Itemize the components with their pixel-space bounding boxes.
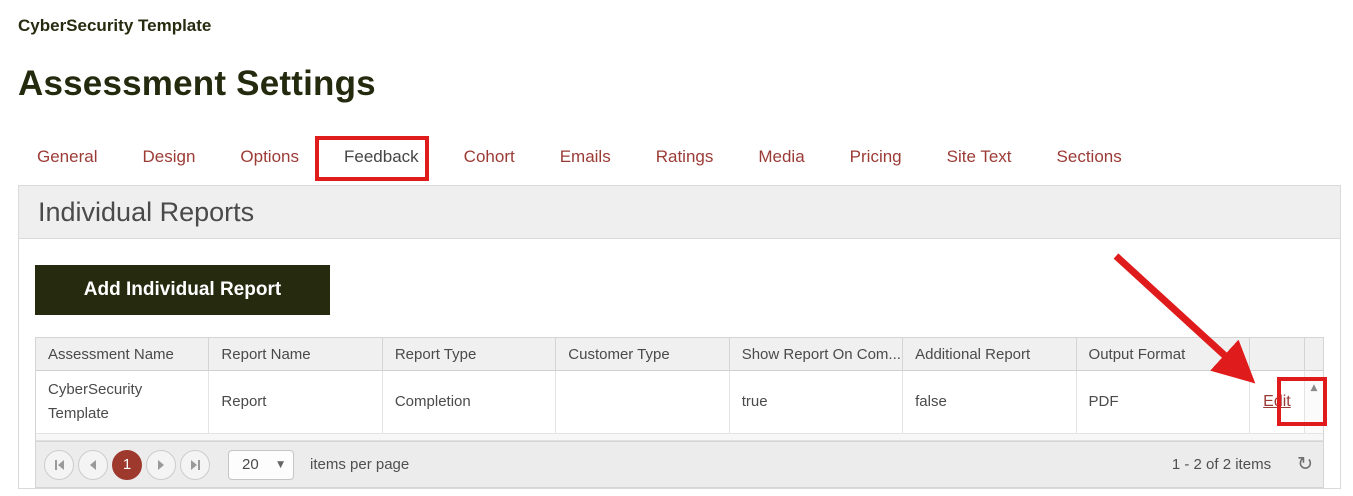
column-header-report-name[interactable]: Report Name: [209, 338, 383, 370]
individual-reports-panel: Individual Reports Add Individual Report…: [18, 185, 1341, 489]
column-header-output-format[interactable]: Output Format: [1077, 338, 1250, 370]
template-breadcrumb-title: CyberSecurity Template: [18, 16, 212, 35]
refresh-icon[interactable]: ↻: [1297, 455, 1313, 474]
cell-show-report: true: [730, 371, 904, 433]
page-title: Assessment Settings: [18, 64, 376, 103]
page-1-button[interactable]: 1: [112, 449, 142, 480]
column-header-report-type[interactable]: Report Type: [383, 338, 557, 370]
page-size-value: 20: [242, 456, 259, 473]
previous-page-icon: [90, 459, 96, 470]
add-individual-report-button[interactable]: Add Individual Report: [35, 265, 330, 315]
panel-body: Add Individual Report Assessment Name Re…: [19, 239, 1340, 488]
tab-sections[interactable]: Sections: [1057, 147, 1122, 167]
panel-title: Individual Reports: [19, 186, 1340, 239]
tab-feedback[interactable]: Feedback: [344, 147, 419, 167]
scroll-up-icon[interactable]: ▲: [1310, 376, 1317, 400]
cell-output-format: PDF: [1077, 371, 1250, 433]
first-page-button[interactable]: [44, 449, 74, 480]
last-page-icon: [190, 459, 197, 470]
grid-pager: 1 20 ▼ items per page 1 - 2 of 2 items ↻: [36, 441, 1323, 487]
tab-pricing[interactable]: Pricing: [850, 147, 902, 167]
column-header-customer-type[interactable]: Customer Type: [556, 338, 730, 370]
grid-vertical-scrollbar[interactable]: ▲: [1304, 371, 1323, 433]
tab-media[interactable]: Media: [758, 147, 804, 167]
next-page-button[interactable]: [146, 449, 176, 480]
first-page-icon: [54, 459, 57, 470]
items-per-page-label: items per page: [310, 456, 410, 473]
cell-actions: Edit: [1250, 371, 1305, 433]
previous-page-button[interactable]: [78, 449, 108, 480]
last-page-button[interactable]: [180, 449, 210, 480]
column-header-scroll-filler: [1305, 338, 1323, 370]
tab-options[interactable]: Options: [240, 147, 299, 167]
page-size-dropdown[interactable]: 20 ▼: [228, 449, 294, 480]
settings-tab-strip: General Design Options Feedback Cohort E…: [37, 138, 1341, 176]
table-row-partial: [36, 434, 1323, 441]
cell-report-name: Report: [209, 371, 383, 433]
column-header-actions: [1250, 338, 1305, 370]
cell-additional-report: false: [903, 371, 1077, 433]
tab-design[interactable]: Design: [142, 147, 195, 167]
cell-assessment-name: CyberSecurity Template: [36, 371, 210, 433]
column-header-additional-report[interactable]: Additional Report: [903, 338, 1077, 370]
cell-report-type: Completion: [383, 371, 557, 433]
column-header-show-report[interactable]: Show Report On Com...: [730, 338, 904, 370]
next-page-icon: [158, 459, 164, 470]
tab-ratings[interactable]: Ratings: [656, 147, 714, 167]
individual-reports-grid: Assessment Name Report Name Report Type …: [35, 337, 1324, 488]
tab-site-text[interactable]: Site Text: [947, 147, 1012, 167]
column-header-assessment-name[interactable]: Assessment Name: [36, 338, 210, 370]
tab-emails[interactable]: Emails: [560, 147, 611, 167]
assessment-settings-page: CyberSecurity Template Assessment Settin…: [0, 0, 1353, 489]
tab-cohort[interactable]: Cohort: [464, 147, 515, 167]
cell-customer-type: [556, 371, 730, 433]
pager-range-info: 1 - 2 of 2 items: [1171, 456, 1272, 473]
grid-header-row: Assessment Name Report Name Report Type …: [36, 338, 1323, 371]
edit-link[interactable]: Edit: [1263, 390, 1291, 414]
table-row: CyberSecurity Template Report Completion…: [36, 371, 1323, 434]
chevron-down-icon: ▼: [277, 459, 284, 470]
tab-general[interactable]: General: [37, 147, 97, 167]
